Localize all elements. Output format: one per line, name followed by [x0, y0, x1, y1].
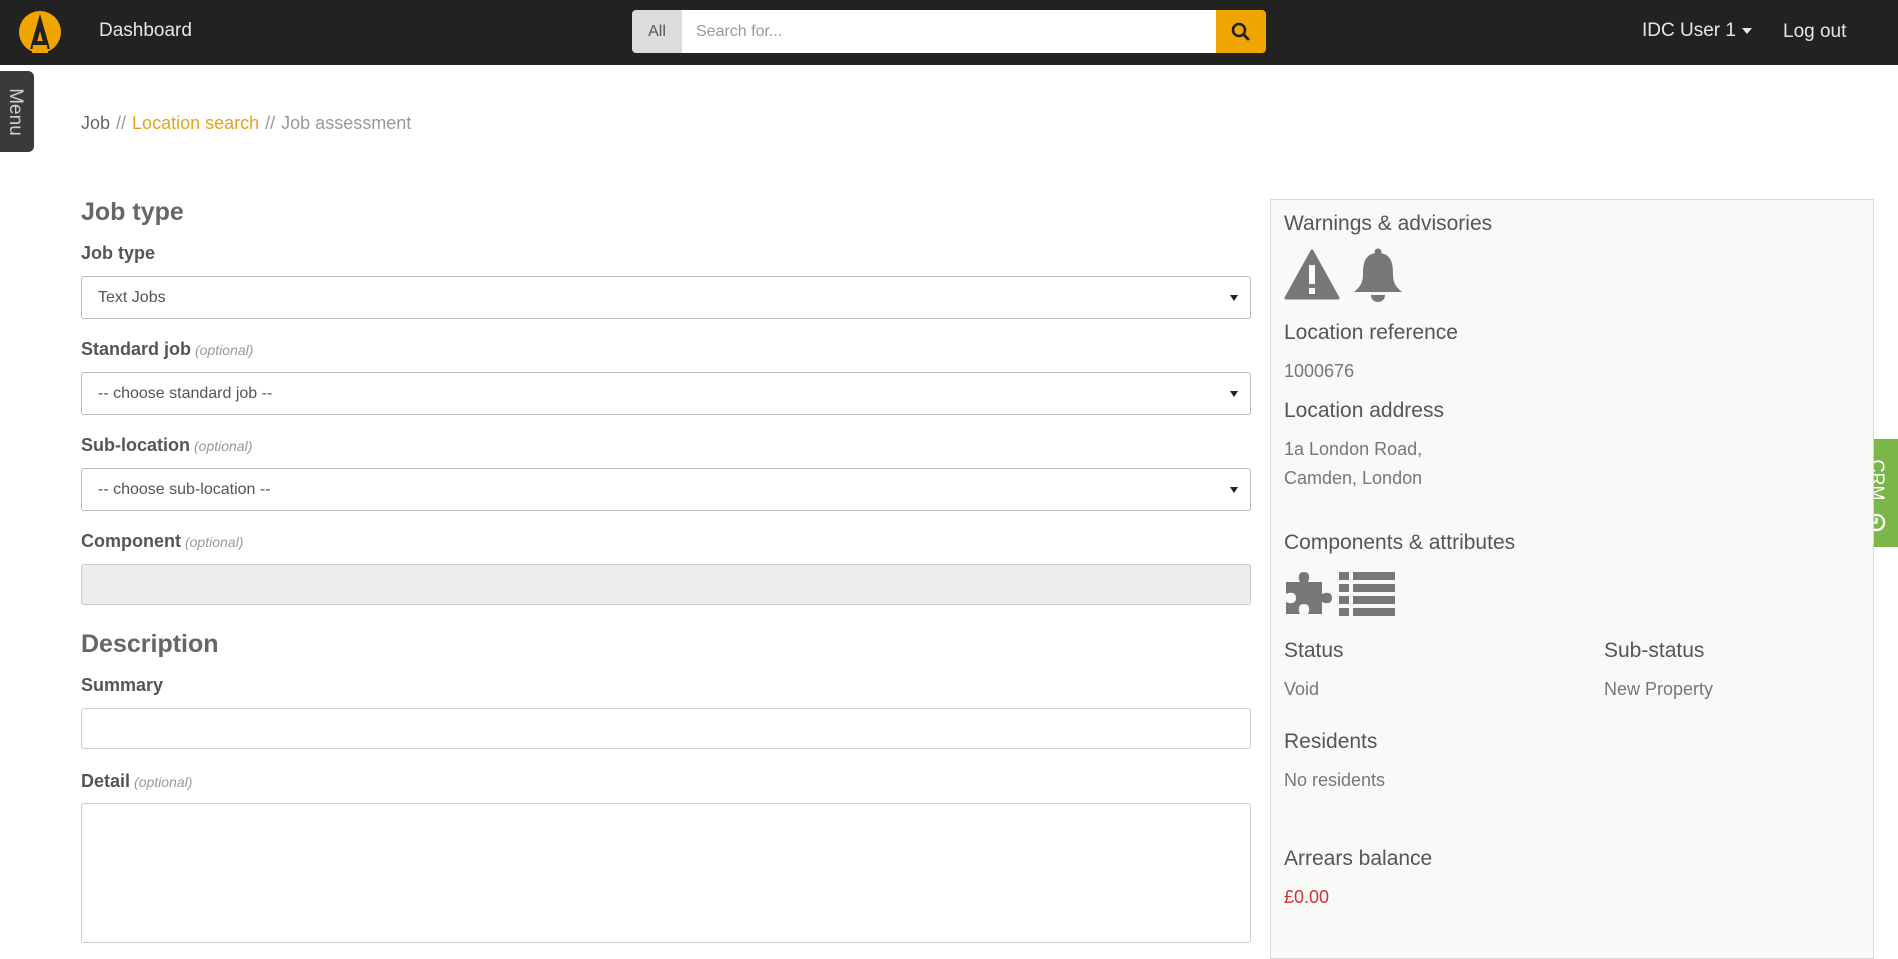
detail-label-text: Detail [81, 771, 131, 791]
search-group: All [632, 10, 1266, 53]
top-navbar: Dashboard All IDC User 1 Log out [0, 0, 1898, 65]
detail-label: Detail (optional) [81, 771, 192, 792]
search-icon [1231, 22, 1250, 41]
warning-icon[interactable] [1284, 249, 1340, 301]
bell-icon[interactable] [1352, 247, 1404, 303]
standard-job-select[interactable]: -- choose standard job -- [81, 372, 1251, 415]
components-title: Components & attributes [1284, 531, 1516, 554]
status-value: Void [1284, 679, 1320, 699]
job-type-label: Job type [81, 243, 156, 263]
component-field [81, 564, 1251, 605]
search-input[interactable] [682, 10, 1216, 53]
user-menu-dropdown[interactable]: IDC User 1 [1642, 20, 1752, 42]
optional-hint: (optional) [184, 534, 244, 550]
logout-link[interactable]: Log out [1783, 21, 1846, 43]
status-label: Status [1284, 639, 1344, 662]
component-label-text: Component [81, 531, 181, 551]
arrears-balance-label: Arrears balance [1284, 847, 1433, 870]
residents-label: Residents [1284, 730, 1378, 753]
location-reference-value: 1000676 [1284, 361, 1355, 381]
standard-job-label: Standard job (optional) [81, 339, 253, 360]
arrears-balance-value: £0.00 [1284, 887, 1330, 907]
breadcrumb-root: Job [81, 113, 111, 133]
dropdown-arrow-icon [1230, 487, 1238, 493]
dropdown-arrow-icon [1230, 391, 1238, 397]
sub-location-label: Sub-location (optional) [81, 435, 252, 456]
description-section-title: Description [81, 630, 219, 658]
sub-status-label: Sub-status [1604, 639, 1705, 662]
standard-job-select-value: -- choose standard job -- [98, 385, 273, 402]
search-button[interactable] [1216, 10, 1266, 53]
breadcrumb-current: Job assessment [281, 113, 412, 133]
sub-location-select[interactable]: -- choose sub-location -- [81, 468, 1251, 511]
search-scope-button[interactable]: All [632, 10, 682, 53]
breadcrumb-separator: // [265, 113, 276, 133]
job-type-section-title: Job type [81, 198, 184, 226]
address-line-1: 1a London Road, [1284, 439, 1423, 459]
breadcrumb-separator: // [116, 113, 127, 133]
breadcrumb-location-search-link[interactable]: Location search [132, 113, 259, 133]
job-type-select[interactable]: Text Jobs [81, 276, 1251, 319]
location-address-label: Location address [1284, 399, 1444, 422]
dropdown-arrow-icon [1230, 295, 1238, 301]
address-line-2: Camden, London [1284, 468, 1423, 488]
optional-hint: (optional) [134, 774, 193, 790]
sub-location-select-value: -- choose sub-location -- [98, 481, 271, 498]
location-reference-label: Location reference [1284, 321, 1458, 344]
optional-hint: (optional) [195, 342, 254, 358]
brand-logo-icon[interactable] [18, 9, 62, 55]
side-menu-tab[interactable]: Menu [0, 71, 34, 152]
caret-down-icon [1741, 27, 1752, 34]
summary-label: Summary [81, 675, 164, 695]
user-name: IDC User 1 [1642, 20, 1736, 41]
summary-input[interactable] [81, 708, 1251, 749]
location-info-panel: Warnings & advisories Location reference… [1270, 199, 1874, 959]
list-icon[interactable] [1339, 572, 1397, 616]
sub-status-value: New Property [1604, 679, 1714, 699]
component-label: Component (optional) [81, 531, 243, 552]
breadcrumb: Job//Location search//Job assessment [81, 113, 411, 134]
warnings-title: Warnings & advisories [1284, 212, 1493, 235]
job-type-select-value: Text Jobs [98, 289, 166, 306]
standard-job-label-text: Standard job [81, 339, 192, 359]
detail-textarea[interactable] [81, 803, 1251, 943]
puzzle-icon[interactable] [1284, 568, 1336, 616]
menu-tab-label: Menu [5, 88, 26, 136]
sub-location-label-text: Sub-location [81, 435, 190, 455]
residents-value: No residents [1284, 770, 1386, 790]
nav-dashboard-link[interactable]: Dashboard [99, 20, 192, 42]
optional-hint: (optional) [194, 438, 253, 454]
